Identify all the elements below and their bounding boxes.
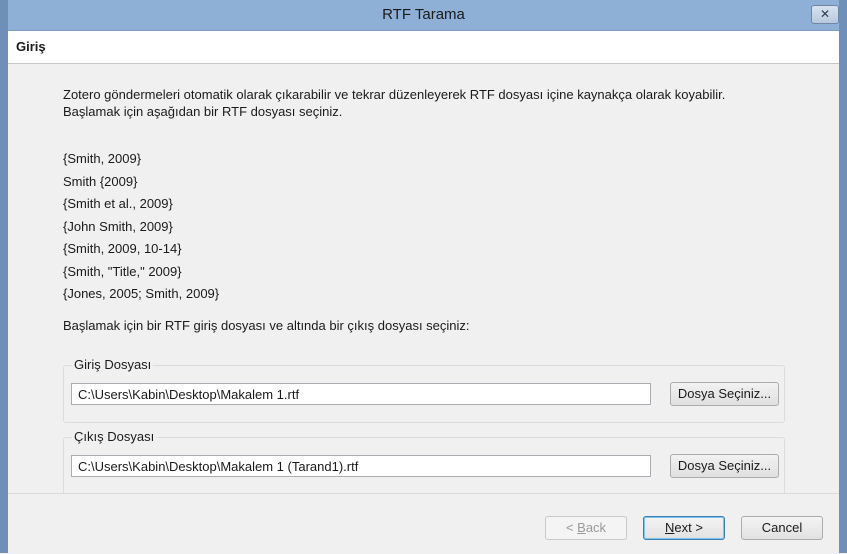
- title-bar: RTF Tarama ✕: [0, 0, 847, 31]
- back-button-prefix: <: [565, 520, 578, 535]
- input-file-browse-button[interactable]: Dosya Seçiniz...: [670, 382, 779, 406]
- back-button-label: ack: [585, 520, 607, 535]
- example-item: {Smith, 2009, 10-14}: [63, 241, 182, 256]
- output-file-group: Çıkış Dosyası C:\Users\Kabin\Desktop\Mak…: [63, 429, 785, 495]
- close-button[interactable]: ✕: [811, 5, 839, 24]
- example-item: {Jones, 2005; Smith, 2009}: [63, 286, 220, 301]
- example-item: {John Smith, 2009}: [63, 218, 173, 234]
- window-frame-right: [839, 0, 847, 553]
- example-item: {Smith, "Title," 2009}: [63, 263, 182, 279]
- input-file-group: Giriş Dosyası C:\Users\Kabin\Desktop\Mak…: [63, 357, 785, 423]
- back-button-accelerator: B: [577, 520, 586, 535]
- wizard-body: Zotero göndermeleri otomatik olarak çıka…: [8, 64, 839, 526]
- input-file-path-field[interactable]: C:\Users\Kabin\Desktop\Makalem 1.rtf: [71, 383, 651, 405]
- intro-text: Zotero göndermeleri otomatik olarak çıka…: [63, 87, 726, 119]
- citation-examples: {Smith, 2009} Smith {2009} {Smith et al.…: [63, 148, 219, 306]
- next-button-accelerator: N: [665, 520, 675, 535]
- input-file-legend: Giriş Dosyası: [72, 357, 154, 372]
- back-button[interactable]: < Back: [545, 516, 627, 540]
- page-header: Giriş: [8, 31, 839, 64]
- dialog-content: Giriş Zotero göndermeleri otomatik olara…: [8, 31, 839, 554]
- wizard-footer: < Back Next > Cancel: [8, 493, 839, 554]
- file-prompt: Başlamak için bir RTF giriş dosyası ve a…: [63, 318, 470, 333]
- close-icon[interactable]: ✕: [820, 7, 830, 21]
- window-title: RTF Tarama: [382, 6, 465, 23]
- window-frame-left: [0, 0, 8, 553]
- output-file-path-field[interactable]: C:\Users\Kabin\Desktop\Makalem 1 (Tarand…: [71, 455, 651, 477]
- example-item: {Smith et al., 2009}: [63, 196, 173, 211]
- next-button[interactable]: Next >: [643, 516, 725, 540]
- next-button-label: ext >: [674, 520, 703, 535]
- example-item: {Smith, 2009}: [63, 151, 142, 166]
- output-file-browse-button[interactable]: Dosya Seçiniz...: [670, 454, 779, 478]
- output-file-legend: Çıkış Dosyası: [72, 429, 157, 444]
- example-item: Smith {2009}: [63, 173, 138, 189]
- page-title: Giriş: [16, 39, 46, 54]
- cancel-button[interactable]: Cancel: [741, 516, 823, 540]
